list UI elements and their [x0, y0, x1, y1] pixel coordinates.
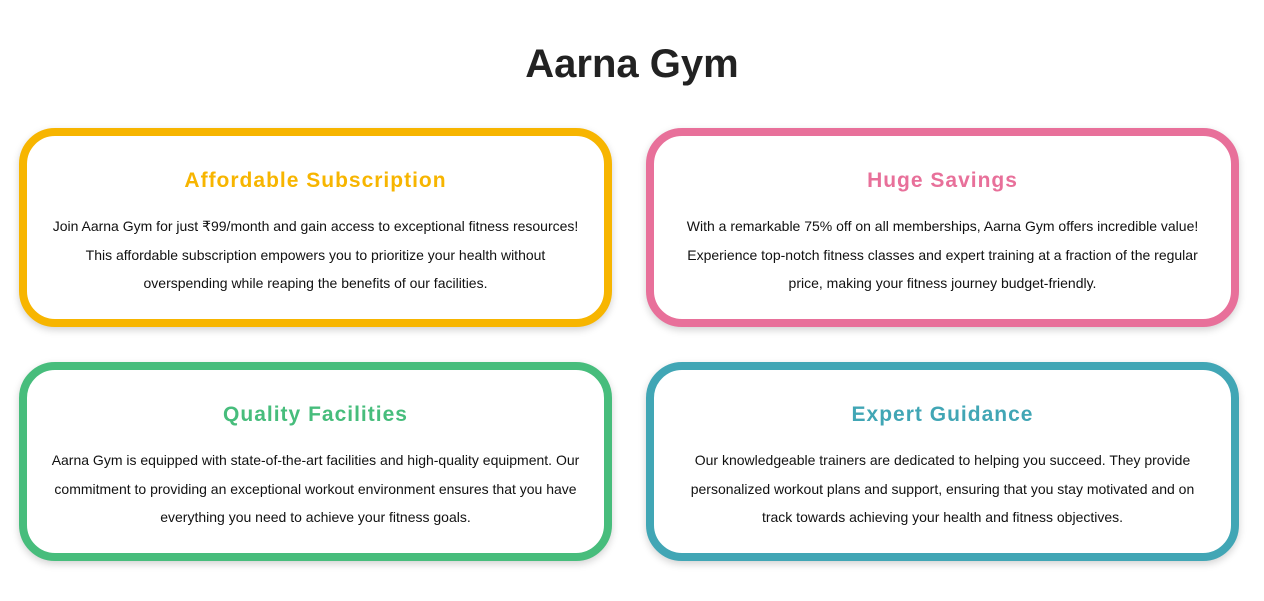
card-description: Aarna Gym is equipped with state-of-the-…: [45, 446, 586, 532]
card-description-line: Aarna Gym is equipped with state-of-the-…: [51, 452, 580, 468]
card-description-line: Our knowledgeable trainers are dedicated…: [694, 452, 1191, 468]
card-description-line: price, making your fitness journey budge…: [788, 275, 1097, 291]
card-description: Our knowledgeable trainers are dedicated…: [672, 446, 1213, 532]
card-title: Quality Facilities: [223, 403, 408, 426]
page-title: Aarna Gym: [525, 42, 739, 86]
card-description: Join Aarna Gym for just ₹99/month and ga…: [45, 212, 586, 298]
card-title: Expert Guidance: [851, 403, 1034, 426]
card-affordable-subscription: Affordable Subscription Join Aarna Gym f…: [19, 128, 612, 327]
card-description-line: track towards achieving your health and …: [761, 509, 1124, 525]
card-description-line: overspending while reaping the benefits …: [143, 275, 488, 291]
card-expert-guidance: Expert Guidance Our knowledgeable traine…: [646, 362, 1239, 561]
card-description-line: personalized workout plans and support, …: [690, 480, 1195, 497]
card-description: With a remarkable 75% off on all members…: [672, 212, 1213, 298]
card-title: Affordable Subscription: [184, 169, 447, 192]
card-description-line: This affordable subscription empowers yo…: [85, 246, 546, 263]
card-quality-facilities: Quality Facilities Aarna Gym is equipped…: [19, 362, 612, 561]
card-title: Huge Savings: [867, 169, 1018, 192]
card-huge-savings: Huge Savings With a remarkable 75% off o…: [646, 128, 1239, 327]
card-description-line: Experience top-notch fitness classes and…: [687, 246, 1198, 263]
card-description-line: everything you need to achieve your fitn…: [160, 509, 471, 525]
card-description-line: Join Aarna Gym for just ₹99/month and ga…: [52, 218, 579, 234]
card-description-line: commitment to providing an exceptional w…: [54, 480, 577, 497]
card-description-line: With a remarkable 75% off on all members…: [686, 218, 1199, 234]
